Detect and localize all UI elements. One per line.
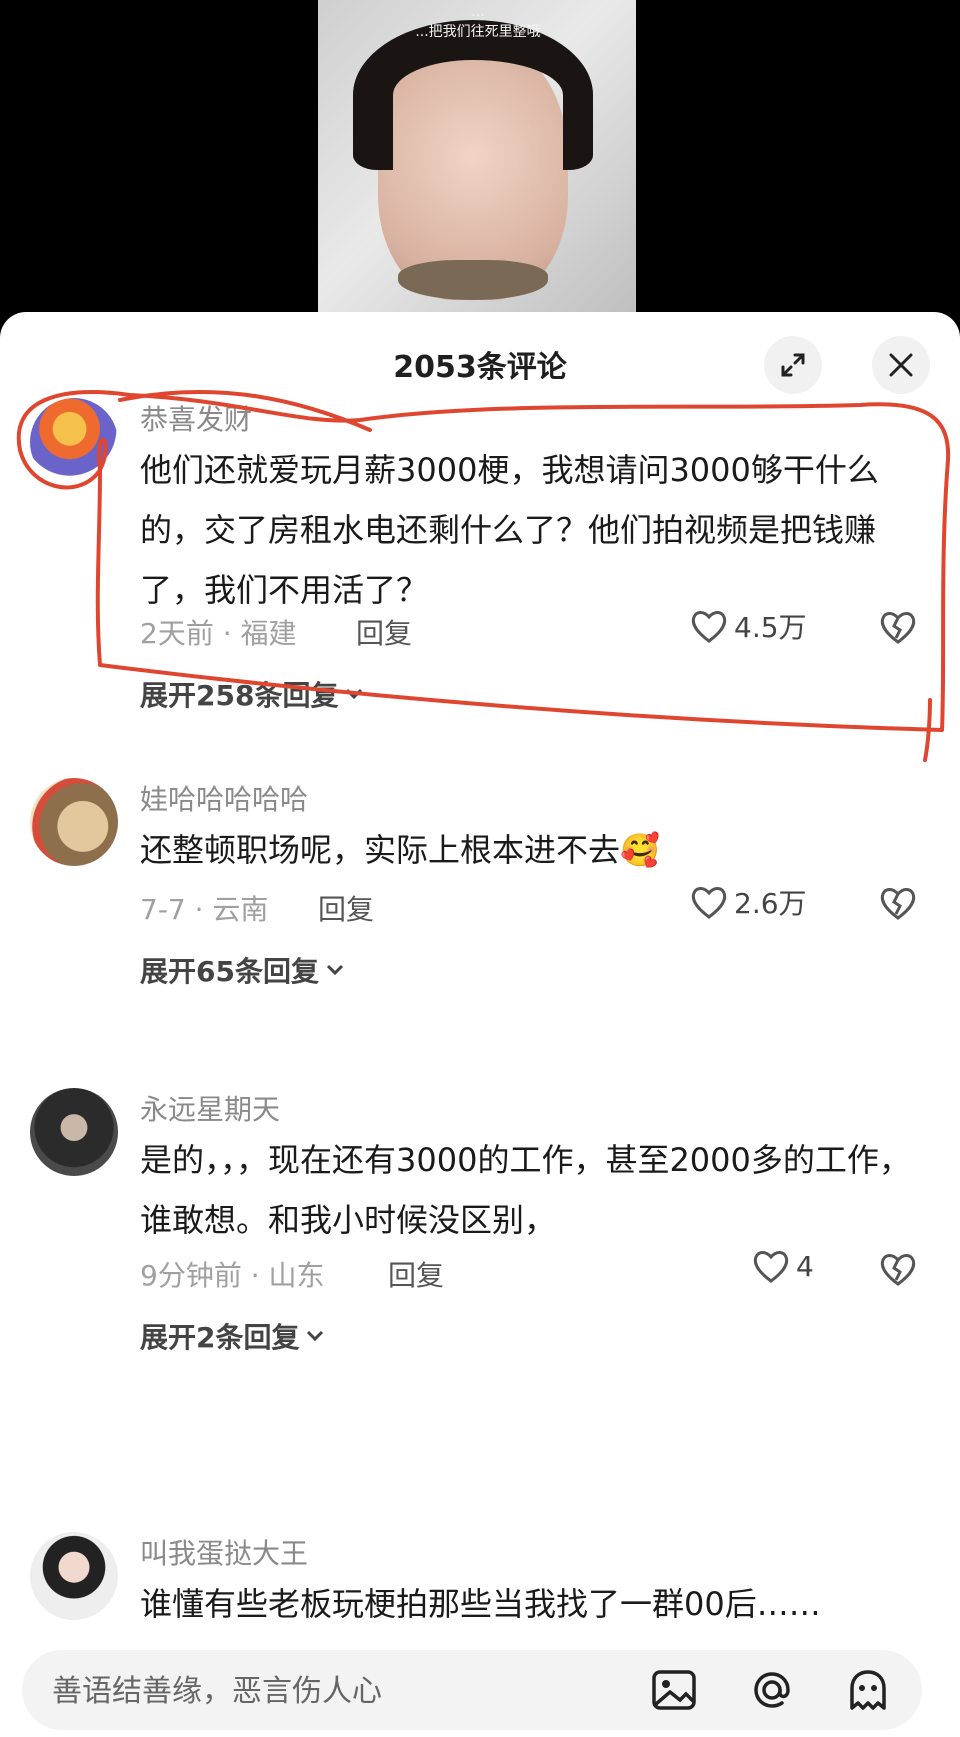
chevron-down-icon [307, 1330, 324, 1342]
comment-item: 叫我蛋挞大王 谁懂有些老板玩梗拍那些当我找了一群00后…… [0, 1532, 960, 1652]
reply-button[interactable]: 回复 [318, 888, 374, 928]
reply-button[interactable]: 回复 [388, 1254, 444, 1294]
avatar[interactable] [30, 778, 118, 866]
comment-username[interactable]: 永远星期天 [140, 1088, 280, 1128]
like-count: 4.5万 [734, 611, 807, 644]
comment-username[interactable]: 叫我蛋挞大王 [140, 1532, 308, 1572]
dislike-icon[interactable] [878, 606, 918, 646]
dislike-icon[interactable] [878, 1248, 918, 1288]
comment-text: 还整顿职场呢，实际上根本进不去🥰 [140, 831, 660, 869]
comment-item: 永远星期天 是的，，，现在还有3000的工作，甚至2000多的工作，谁敢想。和我… [0, 1088, 960, 1388]
comment-meta: 2天前 · 福建 [140, 617, 297, 650]
comment-meta: 7-7 · 云南 [140, 893, 269, 926]
expand-replies-button[interactable]: 展开2条回复 [140, 1316, 325, 1356]
heart-icon [691, 887, 727, 919]
comment-text: 他们还就爱玩月薪3000梗，我想请问3000够干什么的，交了房租水电还剩什么了？… [140, 451, 879, 609]
close-button[interactable] [872, 336, 930, 394]
reply-button[interactable]: 回复 [356, 612, 412, 652]
comment-item: 娃哈哈哈哈哈 还整顿职场呢，实际上根本进不去🥰 7-7 · 云南 回复 2.6万… [0, 778, 960, 1038]
expand-button[interactable] [764, 336, 822, 394]
video-caption-line1: ... [471, 4, 485, 20]
expand-icon [781, 353, 805, 377]
comment-item: 恭喜发财 他们还就爱玩月薪3000梗，我想请问3000够干什么的，交了房租水电还… [0, 392, 960, 722]
expand-replies-button[interactable]: 展开258条回复 [140, 674, 364, 714]
comment-text: 是的，，，现在还有3000的工作，甚至2000多的工作，谁敢想。和我小时候没区别… [140, 1141, 911, 1239]
like-button[interactable]: 4 [752, 1248, 814, 1284]
comment-input-bar [22, 1650, 922, 1732]
heart-icon [691, 611, 727, 643]
close-icon [889, 353, 913, 377]
expand-replies-label: 展开2条回复 [140, 1321, 300, 1354]
expand-replies-button[interactable]: 展开65条回复 [140, 950, 345, 990]
mention-icon[interactable] [748, 1666, 796, 1714]
heart-icon [753, 1251, 789, 1283]
video-caption: ... ...把我们往死里整哦 [328, 2, 628, 42]
comment-username[interactable]: 娃哈哈哈哈哈 [140, 778, 308, 818]
comment-sheet: 2053条评论 恭喜发财 他们还就爱玩月薪3000梗，我想请问3000够干什么的… [0, 312, 960, 1737]
image-icon[interactable] [650, 1666, 698, 1714]
comment-input[interactable] [50, 1650, 614, 1732]
avatar[interactable] [30, 1532, 118, 1620]
avatar[interactable] [30, 1088, 118, 1176]
video-area[interactable]: ... ...把我们往死里整哦 [0, 0, 960, 330]
emoji-icon[interactable] [844, 1666, 892, 1714]
video-caption-line2: ...把我们往死里整哦 [415, 24, 541, 40]
video-hair-image [353, 20, 593, 170]
chevron-down-icon [326, 964, 344, 976]
dislike-icon[interactable] [878, 882, 918, 922]
expand-replies-label: 展开65条回复 [140, 955, 319, 988]
comment-meta: 9分钟前 · 山东 [140, 1259, 325, 1292]
video-frame[interactable]: ... ...把我们往死里整哦 [318, 0, 636, 330]
comment-username[interactable]: 恭喜发财 [140, 398, 252, 438]
comment-text: 谁懂有些老板玩梗拍那些当我找了一群00后…… [140, 1585, 821, 1623]
like-count: 4 [796, 1249, 814, 1283]
avatar[interactable] [30, 398, 118, 486]
like-button[interactable]: 2.6万 [690, 882, 807, 922]
video-mustache-image [398, 260, 548, 300]
like-count: 2.6万 [734, 887, 807, 920]
chevron-down-icon [346, 688, 363, 700]
expand-replies-label: 展开258条回复 [140, 679, 339, 712]
like-button[interactable]: 4.5万 [690, 606, 807, 646]
